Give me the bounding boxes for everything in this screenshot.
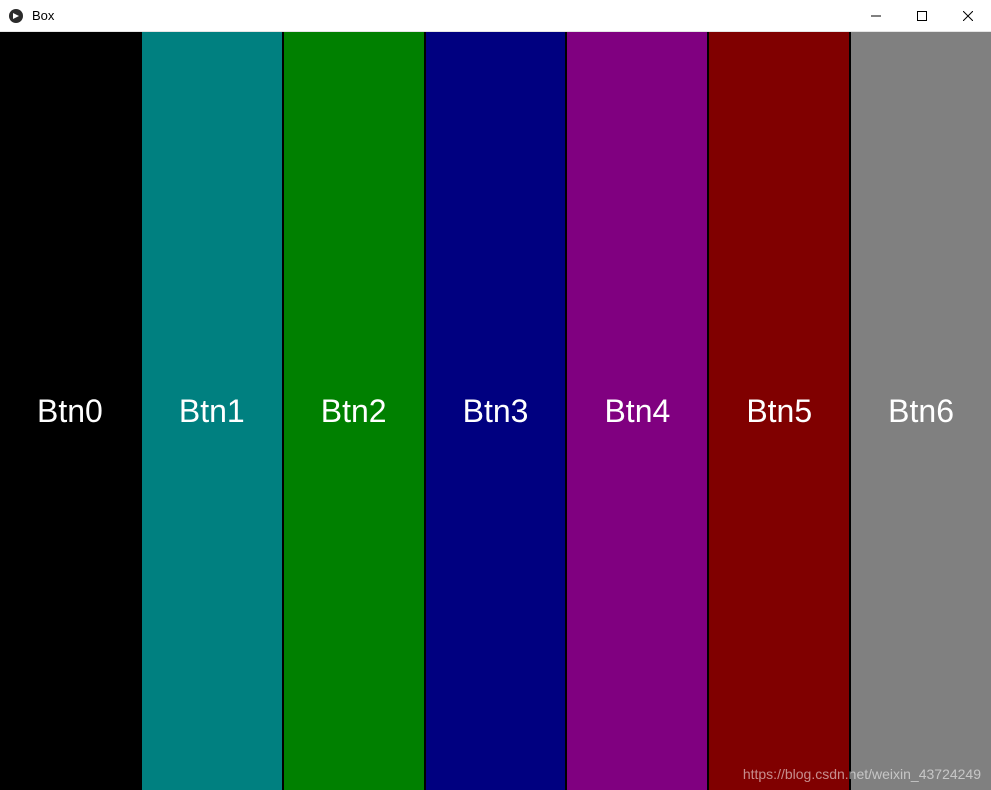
color-button-4[interactable]: Btn4 (565, 32, 707, 790)
app-icon (8, 8, 24, 24)
close-button[interactable] (945, 0, 991, 32)
maximize-button[interactable] (899, 0, 945, 32)
client-area: Btn0 Btn1 Btn2 Btn3 Btn4 Btn5 Btn6 https… (0, 32, 991, 790)
titlebar-left: Box (0, 8, 54, 24)
color-button-1[interactable]: Btn1 (140, 32, 282, 790)
color-button-5[interactable]: Btn5 (707, 32, 849, 790)
color-button-6[interactable]: Btn6 (849, 32, 991, 790)
color-button-0[interactable]: Btn0 (0, 32, 140, 790)
window-controls (853, 0, 991, 31)
window-titlebar: Box (0, 0, 991, 32)
minimize-button[interactable] (853, 0, 899, 32)
color-button-2[interactable]: Btn2 (282, 32, 424, 790)
color-button-3[interactable]: Btn3 (424, 32, 566, 790)
window-title: Box (32, 8, 54, 23)
